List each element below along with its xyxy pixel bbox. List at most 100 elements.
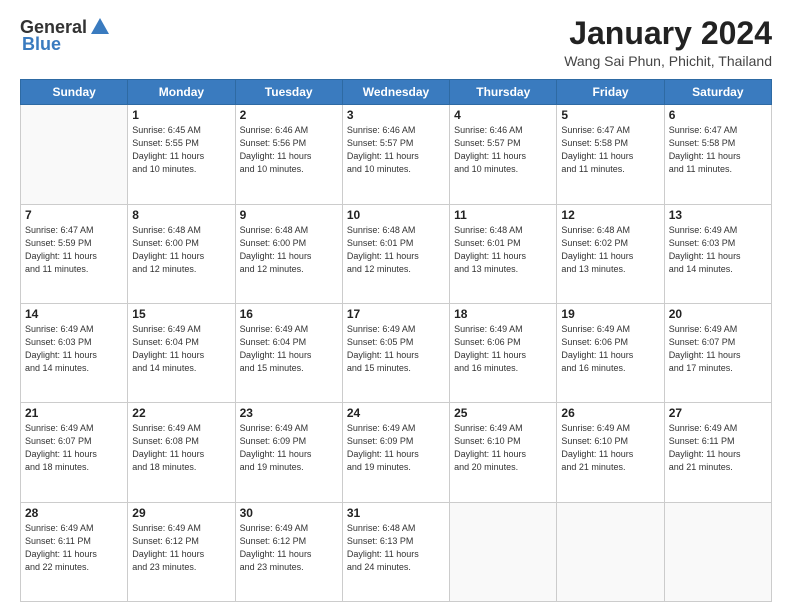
cell-info: Sunrise: 6:49 AMSunset: 6:12 PMDaylight:…: [240, 522, 338, 574]
day-number: 21: [25, 406, 123, 420]
calendar-cell: 31Sunrise: 6:48 AMSunset: 6:13 PMDayligh…: [342, 502, 449, 601]
day-number: 14: [25, 307, 123, 321]
day-number: 6: [669, 108, 767, 122]
day-header: Monday: [128, 80, 235, 105]
calendar-cell: 2Sunrise: 6:46 AMSunset: 5:56 PMDaylight…: [235, 105, 342, 204]
cell-info: Sunrise: 6:48 AMSunset: 6:00 PMDaylight:…: [132, 224, 230, 276]
day-number: 1: [132, 108, 230, 122]
cell-info: Sunrise: 6:46 AMSunset: 5:57 PMDaylight:…: [347, 124, 445, 176]
cell-info: Sunrise: 6:46 AMSunset: 5:56 PMDaylight:…: [240, 124, 338, 176]
cell-info: Sunrise: 6:49 AMSunset: 6:10 PMDaylight:…: [454, 422, 552, 474]
cell-info: Sunrise: 6:49 AMSunset: 6:12 PMDaylight:…: [132, 522, 230, 574]
calendar-cell: 13 Sunrise: 6:49 AMSunset: 6:03 PMDayligh…: [664, 204, 771, 303]
day-number: 28: [25, 506, 123, 520]
day-number: 20: [669, 307, 767, 321]
calendar-cell: 28 Sunrise: 6:49 AMSunset: 6:11 PMDayligh…: [21, 502, 128, 601]
day-number: 4: [454, 108, 552, 122]
cell-info: Sunrise: 6:46 AMSunset: 5:57 PMDaylight:…: [454, 124, 552, 176]
cell-info: Sunrise: 6:47 AMSunset: 5:58 PMDaylight:…: [561, 124, 659, 176]
day-number: 15: [132, 307, 230, 321]
calendar-cell: 10 Sunrise: 6:48 AMSunset: 6:01 PMDayligh…: [342, 204, 449, 303]
calendar-cell: 1 Sunrise: 6:45 AMSunset: 5:55 PMDaylight…: [128, 105, 235, 204]
cell-info: Sunrise: 6:49 AMSunset: 6:10 PMDaylight:…: [561, 422, 659, 474]
title-section: January 2024 Wang Sai Phun, Phichit, Tha…: [564, 16, 772, 69]
day-number: 24: [347, 406, 445, 420]
cell-info: Sunrise: 6:47 AMSunset: 5:59 PMDaylight:…: [25, 224, 123, 276]
cell-info: Sunrise: 6:49 AMSunset: 6:11 PMDaylight:…: [25, 522, 123, 574]
day-header: Thursday: [450, 80, 557, 105]
cell-info: Sunrise: 6:49 AMSunset: 6:05 PMDaylight:…: [347, 323, 445, 375]
calendar-cell: 29 Sunrise: 6:49 AMSunset: 6:12 PMDayligh…: [128, 502, 235, 601]
calendar-cell: 27 Sunrise: 6:49 AMSunset: 6:11 PMDayligh…: [664, 403, 771, 502]
day-number: 27: [669, 406, 767, 420]
cell-info: Sunrise: 6:48 AMSunset: 6:01 PMDaylight:…: [454, 224, 552, 276]
calendar-cell: 11 Sunrise: 6:48 AMSunset: 6:01 PMDayligh…: [450, 204, 557, 303]
day-number: 26: [561, 406, 659, 420]
day-number: 5: [561, 108, 659, 122]
day-number: 31: [347, 506, 445, 520]
cell-info: Sunrise: 6:48 AMSunset: 6:01 PMDaylight:…: [347, 224, 445, 276]
day-number: 12: [561, 208, 659, 222]
calendar-cell: 7 Sunrise: 6:47 AMSunset: 5:59 PMDaylight…: [21, 204, 128, 303]
calendar-cell: 21 Sunrise: 6:49 AMSunset: 6:07 PMDayligh…: [21, 403, 128, 502]
cell-info: Sunrise: 6:49 AMSunset: 6:04 PMDaylight:…: [240, 323, 338, 375]
cell-info: Sunrise: 6:45 AMSunset: 5:55 PMDaylight:…: [132, 124, 230, 176]
day-header: Tuesday: [235, 80, 342, 105]
calendar-cell: 23Sunrise: 6:49 AMSunset: 6:09 PMDayligh…: [235, 403, 342, 502]
cell-info: Sunrise: 6:49 AMSunset: 6:11 PMDaylight:…: [669, 422, 767, 474]
day-number: 11: [454, 208, 552, 222]
cell-info: Sunrise: 6:49 AMSunset: 6:06 PMDaylight:…: [561, 323, 659, 375]
day-number: 10: [347, 208, 445, 222]
cell-info: Sunrise: 6:49 AMSunset: 6:03 PMDaylight:…: [25, 323, 123, 375]
page: General Blue January 2024 Wang Sai Phun,…: [0, 0, 792, 612]
day-number: 30: [240, 506, 338, 520]
cell-info: Sunrise: 6:49 AMSunset: 6:06 PMDaylight:…: [454, 323, 552, 375]
day-number: 25: [454, 406, 552, 420]
day-number: 16: [240, 307, 338, 321]
calendar-cell: 26 Sunrise: 6:49 AMSunset: 6:10 PMDayligh…: [557, 403, 664, 502]
day-number: 18: [454, 307, 552, 321]
day-header: Wednesday: [342, 80, 449, 105]
cell-info: Sunrise: 6:49 AMSunset: 6:04 PMDaylight:…: [132, 323, 230, 375]
calendar-cell: 6 Sunrise: 6:47 AMSunset: 5:58 PMDaylight…: [664, 105, 771, 204]
calendar-cell: 5 Sunrise: 6:47 AMSunset: 5:58 PMDaylight…: [557, 105, 664, 204]
calendar-cell: 3 Sunrise: 6:46 AMSunset: 5:57 PMDaylight…: [342, 105, 449, 204]
day-number: 19: [561, 307, 659, 321]
logo-icon: [89, 16, 111, 38]
day-number: 8: [132, 208, 230, 222]
cell-info: Sunrise: 6:49 AMSunset: 6:03 PMDaylight:…: [669, 224, 767, 276]
calendar-table: SundayMondayTuesdayWednesdayThursdayFrid…: [20, 79, 772, 602]
calendar-cell: [450, 502, 557, 601]
calendar-cell: 16 Sunrise: 6:49 AMSunset: 6:04 PMDayligh…: [235, 303, 342, 402]
day-number: 17: [347, 307, 445, 321]
day-number: 22: [132, 406, 230, 420]
logo: General Blue: [20, 16, 111, 55]
day-header: Friday: [557, 80, 664, 105]
day-number: 29: [132, 506, 230, 520]
calendar-cell: 4 Sunrise: 6:46 AMSunset: 5:57 PMDaylight…: [450, 105, 557, 204]
calendar-cell: 14 Sunrise: 6:49 AMSunset: 6:03 PMDayligh…: [21, 303, 128, 402]
cell-info: Sunrise: 6:47 AMSunset: 5:58 PMDaylight:…: [669, 124, 767, 176]
calendar-cell: 24 Sunrise: 6:49 AMSunset: 6:09 PMDayligh…: [342, 403, 449, 502]
calendar-cell: 17 Sunrise: 6:49 AMSunset: 6:05 PMDayligh…: [342, 303, 449, 402]
cell-info: Sunrise: 6:49 AMSunset: 6:07 PMDaylight:…: [25, 422, 123, 474]
calendar-cell: 9Sunrise: 6:48 AMSunset: 6:00 PMDaylight…: [235, 204, 342, 303]
calendar-cell: 8 Sunrise: 6:48 AMSunset: 6:00 PMDaylight…: [128, 204, 235, 303]
header: General Blue January 2024 Wang Sai Phun,…: [20, 16, 772, 69]
cell-info: Sunrise: 6:49 AMSunset: 6:08 PMDaylight:…: [132, 422, 230, 474]
logo-blue: Blue: [22, 34, 61, 55]
cell-info: Sunrise: 6:49 AMSunset: 6:09 PMDaylight:…: [347, 422, 445, 474]
calendar-cell: [557, 502, 664, 601]
day-number: 3: [347, 108, 445, 122]
month-title: January 2024: [564, 16, 772, 51]
calendar-cell: 30 Sunrise: 6:49 AMSunset: 6:12 PMDayligh…: [235, 502, 342, 601]
calendar-cell: 12Sunrise: 6:48 AMSunset: 6:02 PMDayligh…: [557, 204, 664, 303]
calendar-cell: 25 Sunrise: 6:49 AMSunset: 6:10 PMDayligh…: [450, 403, 557, 502]
day-number: 23: [240, 406, 338, 420]
day-number: 7: [25, 208, 123, 222]
calendar-cell: [21, 105, 128, 204]
calendar-cell: 18 Sunrise: 6:49 AMSunset: 6:06 PMDayligh…: [450, 303, 557, 402]
day-number: 13: [669, 208, 767, 222]
day-header: Saturday: [664, 80, 771, 105]
calendar-cell: 15 Sunrise: 6:49 AMSunset: 6:04 PMDayligh…: [128, 303, 235, 402]
